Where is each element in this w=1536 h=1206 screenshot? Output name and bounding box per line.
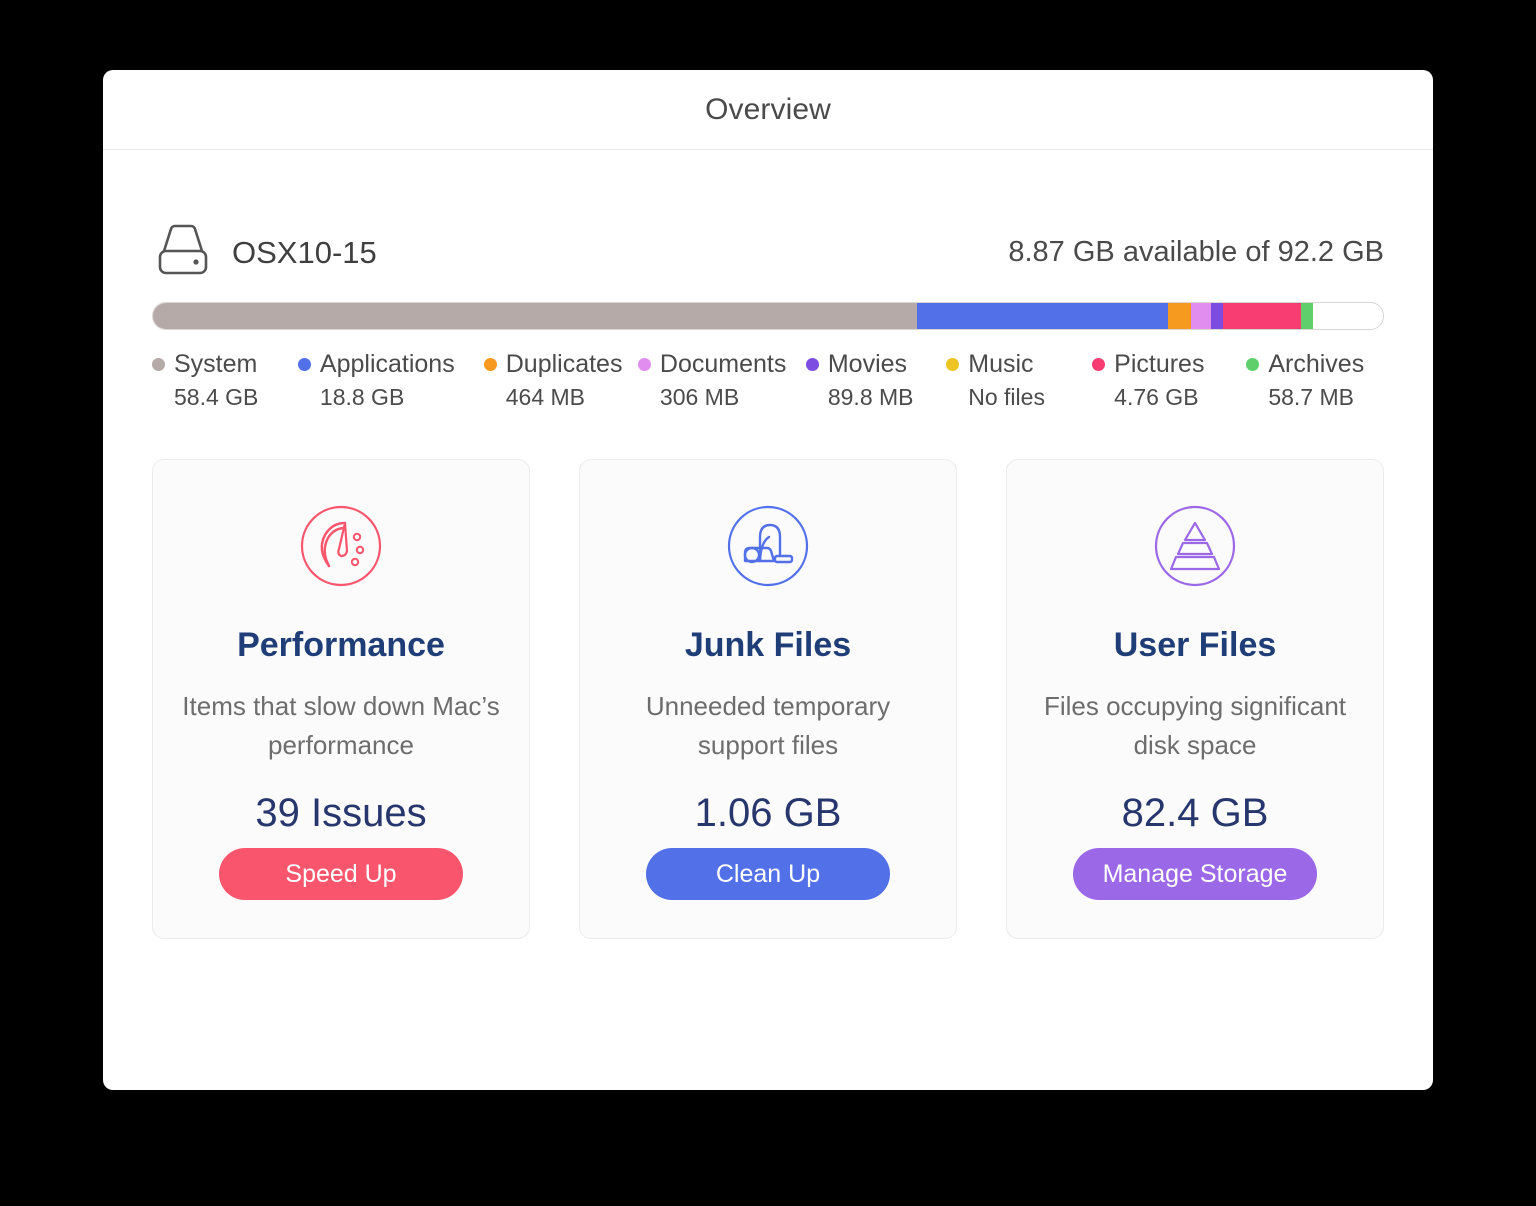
storage-segment-archives (1301, 303, 1313, 329)
card-metric: 39 Issues (255, 791, 426, 836)
legend-header: Archives (1246, 350, 1384, 379)
manage-storage-button[interactable]: Manage Storage (1073, 848, 1317, 900)
legend-header: Music (946, 350, 1092, 379)
feature-cards: Performance Items that slow down Mac’s p… (152, 459, 1384, 939)
legend-value: 306 MB (660, 384, 806, 411)
legend-header: Documents (638, 350, 806, 379)
legend-item-applications: Applications 18.8 GB (298, 350, 484, 411)
clean-up-button[interactable]: Clean Up (646, 848, 890, 900)
legend-header: System (152, 350, 298, 379)
card-metric: 1.06 GB (695, 791, 842, 836)
speedometer-icon (299, 504, 383, 588)
legend-item-documents: Documents 306 MB (638, 350, 806, 411)
card-title: Performance (237, 626, 445, 665)
card-performance[interactable]: Performance Items that slow down Mac’s p… (152, 459, 530, 939)
legend-item-music: Music No files (946, 350, 1092, 411)
legend-value: No files (968, 384, 1092, 411)
legend-item-movies: Movies 89.8 MB (806, 350, 946, 411)
legend-label: Pictures (1114, 350, 1204, 379)
legend-item-pictures: Pictures 4.76 GB (1092, 350, 1246, 411)
drive-identity: OSX10-15 (152, 223, 377, 282)
vacuum-cleaner-icon (726, 504, 810, 588)
legend-label: Duplicates (506, 350, 623, 379)
page-title: Overview (705, 93, 831, 127)
card-user-files[interactable]: User Files Files occupying significant d… (1006, 459, 1384, 939)
card-title: Junk Files (685, 626, 851, 665)
card-metric: 82.4 GB (1122, 791, 1269, 836)
legend-item-archives: Archives 58.7 MB (1246, 350, 1384, 411)
card-description: Unneeded temporary support files (603, 687, 933, 765)
legend-color-dot (638, 358, 651, 371)
card-description: Files occupying significant disk space (1030, 687, 1360, 765)
legend-item-system: System 58.4 GB (152, 350, 298, 411)
storage-segment-documents (1191, 303, 1211, 329)
drive-name: OSX10-15 (232, 235, 377, 271)
storage-usage-bar (152, 302, 1384, 330)
legend-label: System (174, 350, 257, 379)
legend-color-dot (152, 358, 165, 371)
pyramid-icon (1153, 504, 1237, 588)
speed-up-button[interactable]: Speed Up (219, 848, 463, 900)
storage-segment-free (1313, 303, 1383, 329)
legend-color-dot (298, 358, 311, 371)
storage-segment-duplicates (1168, 303, 1191, 329)
storage-legend: System58.4 GBApplications18.8 GBDuplicat… (152, 350, 1384, 411)
drive-summary-row: OSX10-15 8.87 GB available of 92.2 GB (152, 223, 1384, 282)
legend-item-duplicates: Duplicates 464 MB (484, 350, 638, 411)
legend-label: Movies (828, 350, 907, 379)
card-description: Items that slow down Mac’s performance (176, 687, 506, 765)
storage-segment-movies (1211, 303, 1223, 329)
storage-segment-system (153, 303, 917, 329)
legend-color-dot (806, 358, 819, 371)
legend-header: Applications (298, 350, 484, 379)
legend-value: 4.76 GB (1114, 384, 1246, 411)
legend-label: Archives (1268, 350, 1364, 379)
legend-value: 58.4 GB (174, 384, 298, 411)
card-junk-files[interactable]: Junk Files Unneeded temporary support fi… (579, 459, 957, 939)
legend-label: Documents (660, 350, 786, 379)
title-bar: Overview (103, 70, 1433, 150)
legend-color-dot (484, 358, 497, 371)
legend-label: Music (968, 350, 1033, 379)
hard-drive-icon (152, 223, 214, 282)
legend-value: 18.8 GB (320, 384, 484, 411)
legend-header: Pictures (1092, 350, 1246, 379)
legend-color-dot (946, 358, 959, 371)
drive-availability: 8.87 GB available of 92.2 GB (1008, 236, 1384, 269)
app-window: Overview OSX10-15 8.87 GB available of 9… (103, 70, 1433, 1090)
legend-header: Duplicates (484, 350, 638, 379)
legend-value: 89.8 MB (828, 384, 946, 411)
legend-color-dot (1092, 358, 1105, 371)
legend-value: 58.7 MB (1268, 384, 1384, 411)
storage-segment-applications (917, 303, 1168, 329)
legend-header: Movies (806, 350, 946, 379)
storage-segment-pictures (1223, 303, 1300, 329)
legend-color-dot (1246, 358, 1259, 371)
legend-value: 464 MB (506, 384, 638, 411)
legend-label: Applications (320, 350, 455, 379)
card-title: User Files (1114, 626, 1277, 665)
